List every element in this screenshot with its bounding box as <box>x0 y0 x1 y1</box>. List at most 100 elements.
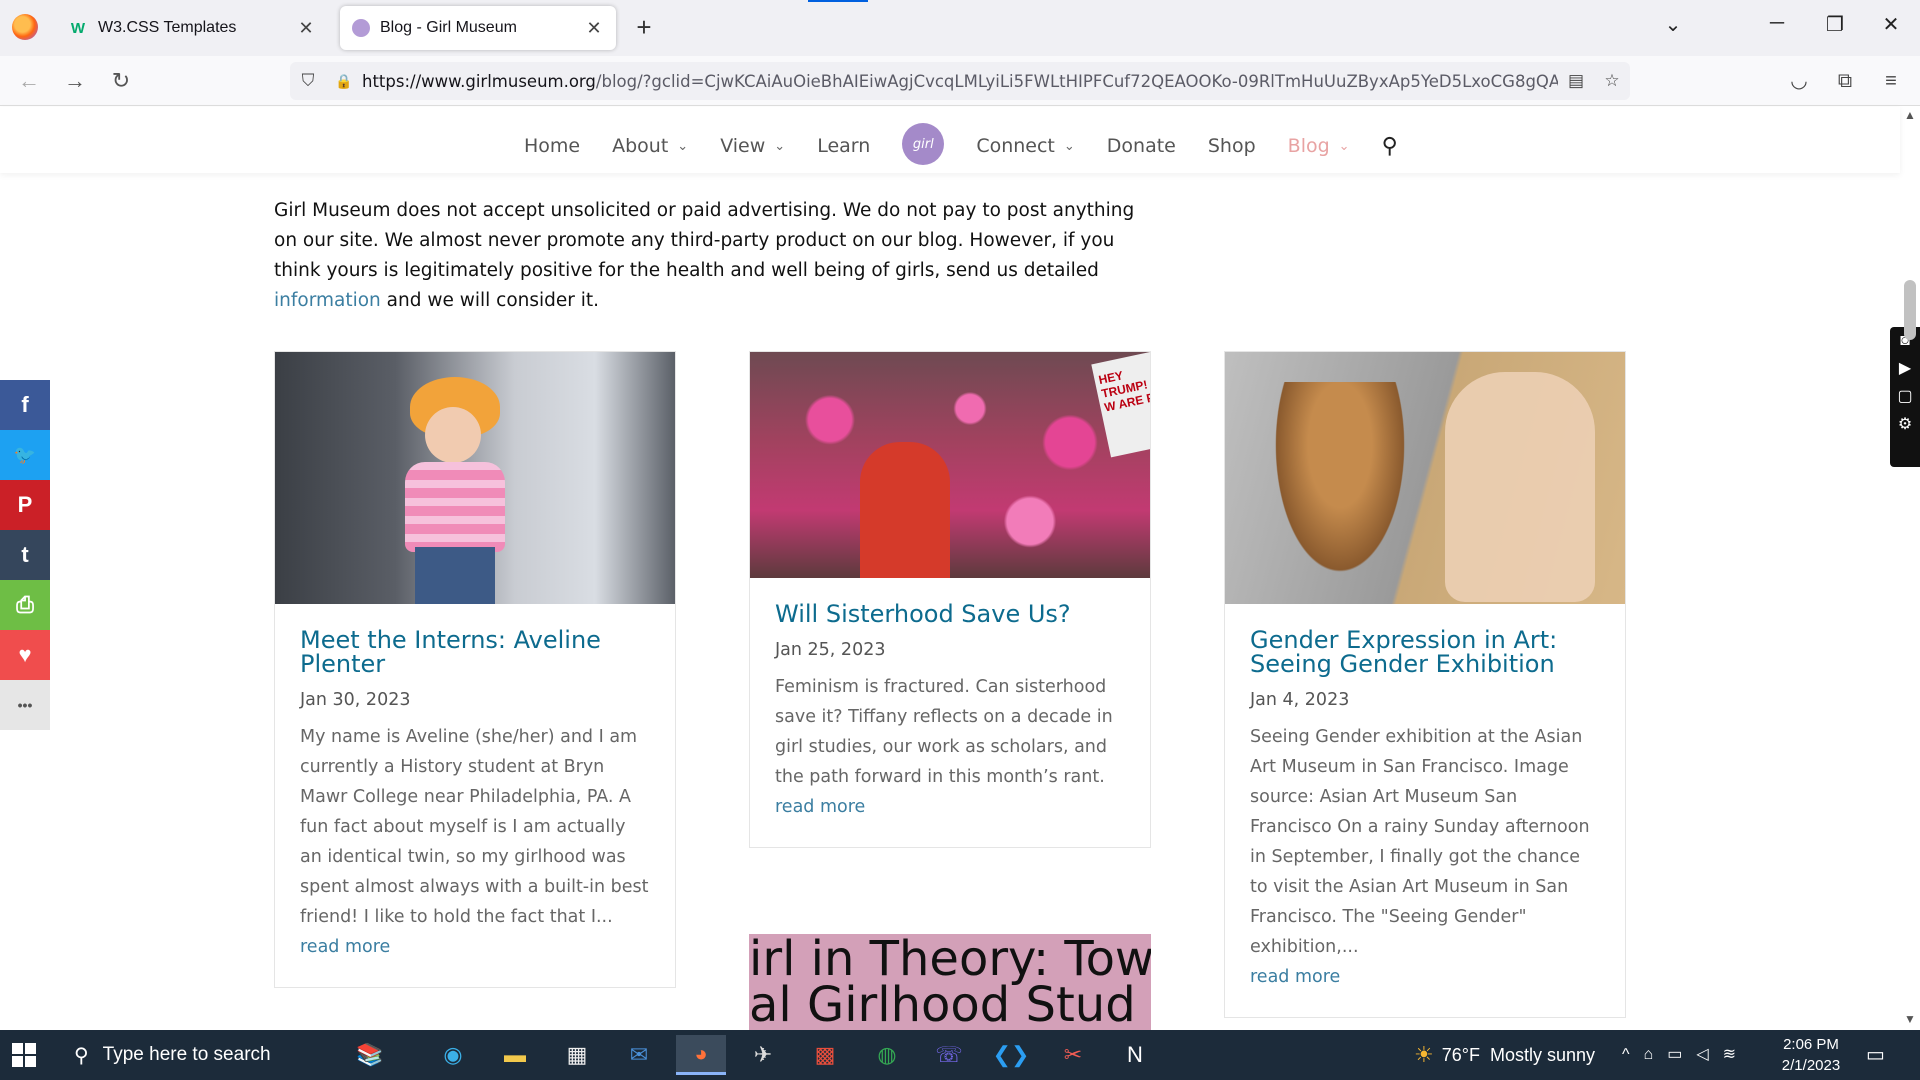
nav-home[interactable]: Home <box>524 135 580 157</box>
nav-view[interactable]: View ⌄ <box>720 135 785 157</box>
browser-tab-bar: W W3.CSS Templates ✕ Blog - Girl Museum … <box>0 0 1920 56</box>
pocket-icon[interactable]: ◡ <box>1784 66 1814 96</box>
favorite-share-button[interactable]: ♥ <box>0 630 50 680</box>
wifi-icon[interactable]: ≋ <box>1723 1046 1750 1063</box>
post-thumbnail-image[interactable] <box>1225 352 1625 604</box>
tumblr-share-button[interactable]: t <box>0 530 50 580</box>
girl-museum-favicon-icon <box>352 19 370 37</box>
tool-app-icon[interactable]: ✂ <box>1048 1035 1098 1075</box>
forward-button[interactable]: → <box>60 66 90 96</box>
vscode-icon[interactable]: ❮❯ <box>986 1035 1036 1075</box>
restore-button[interactable]: ❐ <box>1820 12 1850 37</box>
post-thumbnail-image[interactable]: HEY TRUMP! W ARE P <box>750 352 1150 578</box>
taskbar-clock[interactable]: 2:06 PM 2/1/2023 <box>1776 1034 1846 1076</box>
address-bar[interactable]: ⛉ 🔒 https://www.girlmuseum.org/blog/?gcl… <box>290 62 1630 100</box>
nav-label: Learn <box>817 135 871 157</box>
reload-button[interactable]: ↻ <box>106 66 136 96</box>
settings-gear-icon[interactable]: ⚙ <box>1890 411 1920 439</box>
file-explorer-icon[interactable]: ▬ <box>490 1035 540 1075</box>
read-more-link[interactable]: read more <box>1250 962 1600 992</box>
minimize-button[interactable]: ─ <box>1762 12 1792 35</box>
print-share-button[interactable]: ⎙ <box>0 580 50 630</box>
read-more-link[interactable]: read more <box>775 792 1125 822</box>
scroll-down-arrow-icon[interactable]: ▼ <box>1900 1012 1920 1026</box>
viber-icon[interactable]: ☏ <box>924 1035 974 1075</box>
blog-post-card: HEY TRUMP! W ARE P Will Sisterhood Save … <box>749 351 1151 848</box>
nav-about[interactable]: About ⌄ <box>612 135 688 157</box>
nav-shop[interactable]: Shop <box>1208 135 1256 157</box>
post-excerpt: Feminism is fractured. Can sisterhood sa… <box>775 677 1113 787</box>
post-thumbnail-image[interactable]: irl in Theory: Tow al Girlhood Stud <box>749 934 1151 1030</box>
battery-icon[interactable]: ▭ <box>1667 1046 1696 1063</box>
edge-icon[interactable]: ◉ <box>428 1035 478 1075</box>
image-face <box>425 407 481 463</box>
tab-title: W3.CSS Templates <box>98 19 237 36</box>
tracking-protection-shield-icon[interactable]: ⛉ <box>290 71 326 91</box>
reader-view-icon[interactable]: ▤ <box>1558 71 1594 91</box>
nav-learn[interactable]: Learn <box>817 135 870 157</box>
twitter-share-button[interactable]: 🐦 <box>0 430 50 480</box>
tab-girl-museum[interactable]: Blog - Girl Museum ✕ <box>340 6 616 50</box>
extensions-icon[interactable]: ⧉ <box>1830 66 1860 96</box>
chevron-up-icon[interactable]: ^ <box>1622 1046 1644 1063</box>
new-tab-button[interactable]: + <box>628 12 660 44</box>
pinterest-share-button[interactable]: P <box>0 480 50 530</box>
heart-icon: ♥ <box>18 642 32 667</box>
scroll-up-arrow-icon[interactable]: ▲ <box>1900 108 1920 122</box>
post-date: Jan 25, 2023 <box>775 640 886 660</box>
firefox-icon[interactable] <box>12 14 38 40</box>
post-title[interactable]: Will Sisterhood Save Us? <box>775 602 1125 626</box>
system-tray[interactable]: ^⌂▭◁≋ <box>1622 1044 1750 1064</box>
close-tab-icon[interactable]: ✕ <box>296 18 316 39</box>
weather-widget[interactable]: ☀ 76°F Mostly sunny <box>1414 1030 1595 1080</box>
twitter-icon: 🐦 <box>13 444 37 465</box>
store-icon[interactable]: ▦ <box>552 1035 602 1075</box>
taskbar-search-box[interactable]: ⚲ Type here to search <box>60 1030 320 1080</box>
facebook-share-button[interactable]: f <box>0 380 50 430</box>
scrollbar-thumb[interactable] <box>1904 280 1916 340</box>
nav-blog[interactable]: Blog ⌄ <box>1288 135 1350 157</box>
nav-label: Donate <box>1106 135 1176 157</box>
grid-app-icon[interactable]: ▩ <box>800 1035 850 1075</box>
weather-description: Mostly sunny <box>1489 1044 1596 1065</box>
girl-museum-logo[interactable]: girl <box>902 123 945 165</box>
tab-list-icon[interactable]: ⌄ <box>1658 12 1688 37</box>
site-main-menu: Home About ⌄ View ⌄ Learn girl Connect ⌄ Do… <box>524 123 1398 165</box>
lock-icon[interactable]: 🔒 <box>326 73 362 90</box>
post-thumbnail-image[interactable] <box>275 352 675 604</box>
app-menu-icon[interactable]: ≡ <box>1876 66 1906 96</box>
video-icon[interactable]: ▶ <box>1890 355 1920 383</box>
notification-center-icon[interactable]: ▭ <box>1866 1042 1885 1067</box>
post-title[interactable]: Meet the Interns: Aveline Plenter <box>300 628 650 676</box>
search-icon[interactable]: ⚲ <box>1382 134 1398 159</box>
read-more-link[interactable]: read more <box>300 932 650 962</box>
network-icon[interactable]: ⌂ <box>1644 1046 1668 1063</box>
nav-connect[interactable]: Connect ⌄ <box>976 135 1074 157</box>
bookmark-star-icon[interactable]: ☆ <box>1594 71 1630 91</box>
chrome-icon[interactable]: ◍ <box>862 1035 912 1075</box>
url-text[interactable]: https://www.girlmuseum.org/blog/?gclid=C… <box>362 72 1558 91</box>
back-button[interactable]: ← <box>14 66 44 96</box>
volume-icon[interactable]: ◁ <box>1696 1046 1722 1063</box>
chevron-down-icon: ⌄ <box>677 138 689 154</box>
post-title[interactable]: Gender Expression in Art: Seeing Gender … <box>1250 628 1600 676</box>
close-tab-icon[interactable]: ✕ <box>584 18 604 39</box>
window-icon[interactable]: ▢ <box>1890 383 1920 411</box>
windows-start-icon[interactable] <box>12 1043 36 1067</box>
browser-toolbar: ← → ↻ ⛉ 🔒 https://www.girlmuseum.org/blo… <box>0 56 1920 106</box>
information-link[interactable]: information <box>274 290 381 311</box>
post-excerpt: Seeing Gender exhibition at the Asian Ar… <box>1250 727 1590 957</box>
url-host: https://www.girlmuseum.org <box>362 71 596 91</box>
firefox-taskbar-icon[interactable]: ◕ <box>676 1035 726 1075</box>
nav-label: Connect <box>976 135 1055 157</box>
mail-icon[interactable]: ✉ <box>614 1035 664 1075</box>
partly-sunny-icon: ☀ <box>1414 1042 1434 1067</box>
close-window-button[interactable]: ✕ <box>1876 12 1906 37</box>
more-share-button[interactable]: ••• <box>0 680 50 730</box>
tab-w3css[interactable]: W W3.CSS Templates ✕ <box>56 6 328 50</box>
taskbar-search-placeholder: Type here to search <box>102 1044 271 1065</box>
bird-app-icon[interactable]: ✈ <box>738 1035 788 1075</box>
books-widget-icon[interactable]: 📚 <box>320 1035 420 1075</box>
nav-donate[interactable]: Donate <box>1107 135 1176 157</box>
notion-icon[interactable]: N <box>1110 1035 1160 1075</box>
